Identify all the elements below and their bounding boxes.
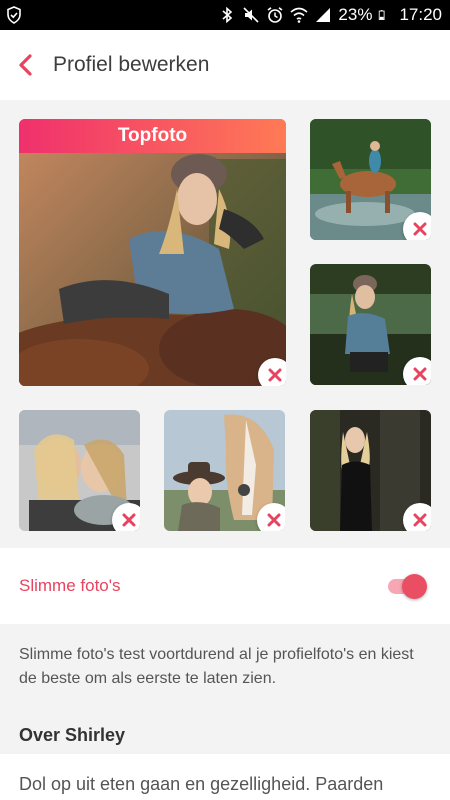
smart-photos-row: Slimme foto's: [0, 548, 450, 624]
close-icon: [267, 513, 281, 527]
chevron-left-icon: [19, 54, 32, 76]
delete-photo-button[interactable]: [258, 358, 286, 386]
photo-bottom-2[interactable]: [164, 410, 285, 531]
page-title: Profiel bewerken: [53, 53, 210, 76]
app-bar: Profiel bewerken: [0, 30, 450, 100]
about-section-title: Over Shirley: [19, 725, 126, 745]
photo-main-image: [19, 119, 286, 386]
delete-photo-button[interactable]: [403, 357, 431, 385]
photo-bottom-3[interactable]: [310, 410, 431, 531]
photo-grid: Topfoto: [0, 100, 450, 548]
close-icon: [413, 222, 427, 236]
photo-side-2[interactable]: [310, 264, 431, 385]
photo-side-1[interactable]: [310, 119, 431, 240]
bluetooth-icon: [222, 6, 233, 24]
close-icon: [413, 367, 427, 381]
mute-icon: [243, 7, 259, 23]
about-text-field[interactable]: Dol op uit eten gaan en gezelligheid. Pa…: [0, 754, 450, 800]
battery-icon: [379, 10, 385, 21]
about-text: Dol op uit eten gaan en gezelligheid. Pa…: [19, 774, 384, 794]
smart-photos-toggle[interactable]: [386, 572, 430, 600]
delete-photo-button[interactable]: [403, 503, 431, 531]
photo-main[interactable]: Topfoto: [19, 119, 286, 386]
clock: 17:20: [399, 5, 442, 24]
smart-photos-description: Slimme foto's test voortdurend al je pro…: [19, 646, 414, 687]
wifi-icon: [290, 7, 308, 23]
back-button[interactable]: [12, 51, 40, 79]
battery-percent: 23%: [338, 5, 373, 24]
delete-photo-button[interactable]: [112, 503, 140, 531]
delete-photo-button[interactable]: [257, 503, 285, 531]
signal-icon: [316, 8, 331, 22]
close-icon: [268, 368, 282, 382]
delete-photo-button[interactable]: [403, 212, 431, 240]
smart-photos-label: Slimme foto's: [19, 576, 121, 595]
shield-icon: [7, 6, 21, 24]
status-bar: 23% 17:20: [0, 0, 450, 30]
close-icon: [122, 513, 136, 527]
alarm-icon: [267, 7, 283, 23]
top-photo-badge: Topfoto: [19, 119, 286, 153]
close-icon: [413, 513, 427, 527]
toggle-thumb: [402, 574, 427, 599]
photo-bottom-1[interactable]: [19, 410, 140, 531]
